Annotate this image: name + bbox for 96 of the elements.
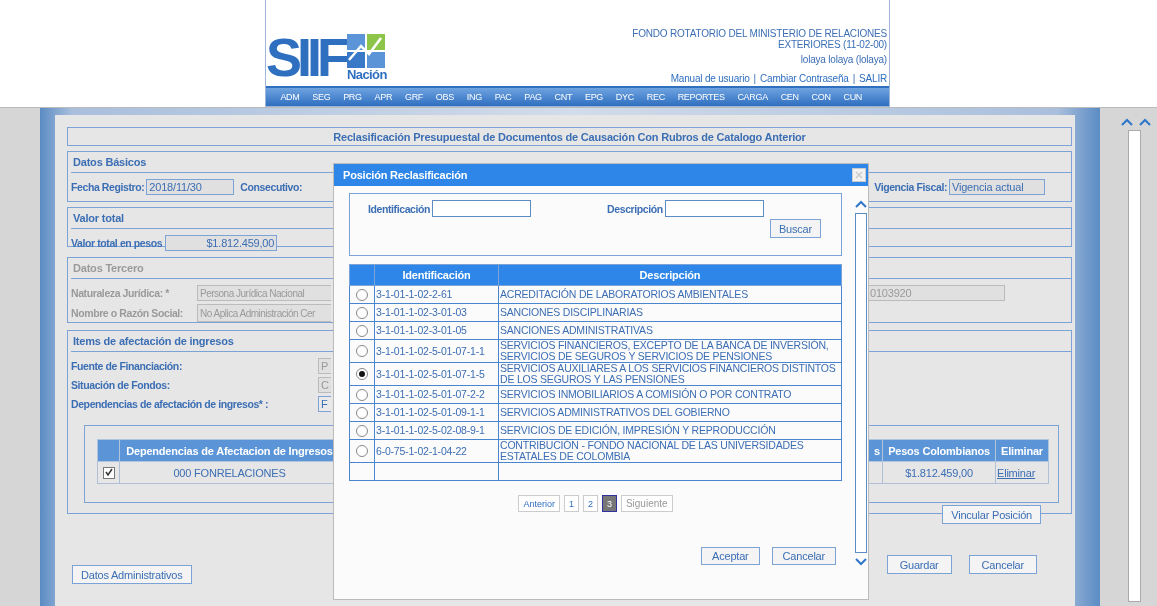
field-label: Naturaleza Jurídica: * [71,287,170,299]
column-header: Pesos Colombianos [882,439,996,462]
form-title: Reclasificación Presupuestal de Documentos de Causación Con Rubros de Catalogo Anterior [333,130,806,143]
admin-data-button[interactable]: Datos Administrativos [72,565,192,584]
table-cell: 3-1-01-1-02-2-61 [374,285,499,304]
page-button[interactable]: 2 [582,495,598,512]
chart-tiles-icon [347,34,385,68]
form-button[interactable]: Cancelar [968,555,1037,574]
radio-button[interactable] [356,368,368,381]
column-header: Descripción [498,264,842,286]
scrollbar-track[interactable] [1128,130,1141,602]
menu-item[interactable]: REPORTES [671,92,731,102]
menu-item[interactable]: ING [460,92,489,102]
menu-item[interactable]: CARGA [731,92,775,102]
menu-item[interactable]: OBS [429,92,461,102]
pager-nav-button[interactable]: Anterior [518,495,560,512]
search-button[interactable]: Buscar [769,219,821,238]
column-header: Identificación [374,264,499,286]
scrollbar-track[interactable] [855,213,867,553]
field-label: Fecha Registro: [71,181,145,193]
menu-item[interactable]: APR [368,92,399,102]
entity-name: EXTERIORES (11-02-00) [778,39,887,50]
dialog-button[interactable]: Aceptar [701,547,760,565]
menu-item[interactable]: CON [805,92,838,102]
header-link[interactable]: Manual de usuario [670,73,750,84]
field-label: Consecutivo: [240,181,303,193]
table-cell: 3-1-01-1-02-5-01-07-1-5 [374,362,499,386]
table-cell: $1.812.459,00 [882,461,996,484]
link-separator: | [852,73,856,84]
header-link[interactable]: SALIR [859,73,887,84]
menu-item[interactable]: CNT [548,92,579,102]
page-button[interactable]: 1 [563,495,579,512]
menu-item[interactable]: CUN [837,92,869,102]
column-header: Eliminar [995,439,1049,462]
field-label: Vigencia Fiscal: [874,181,947,193]
fiscal-year-field[interactable]: Vigencia actual [949,179,1045,195]
table-cell: 3-1-01-1-02-5-02-08-9-1 [374,421,499,440]
table-cell: CONTRIBUCIÓN - FONDO NACIONAL DE LAS UNIVERSIDADES ESTATALES DE COLOMBIA [498,439,842,463]
menu-item[interactable]: SEG [305,92,337,102]
radio-button[interactable] [356,288,368,301]
radio-button[interactable] [356,306,368,319]
link-position-button[interactable]: Vincular Posición [942,505,1041,524]
menu-item[interactable]: PAC [488,92,518,102]
radio-button[interactable] [356,324,368,337]
scroll-down-icon[interactable] [855,558,867,566]
field-label: Fuente de Financiación: [71,359,183,372]
checkbox[interactable] [102,467,115,480]
id-input-field[interactable] [432,200,532,217]
menu-item[interactable]: EPG [578,92,610,102]
radio-button[interactable] [356,406,368,419]
logo-text: SIIF [266,32,345,82]
total-field[interactable]: $1.812.459,00 [165,235,278,251]
table-cell: SANCIONES DISCIPLINARIAS [498,303,842,322]
radio-button[interactable] [356,424,368,437]
select-field[interactable]: F [318,395,331,412]
menu-item[interactable]: GRF [398,92,430,102]
table-cell: SERVICIOS ADMINISTRATIVOS DEL GOBIERNO [498,403,842,422]
menu-item[interactable]: PRG [336,92,369,102]
table-cell: 6-0-75-1-02-1-04-22 [374,439,499,463]
table-cell: SERVICIOS AUXILIARES A LOS SERVICIOS FINANCIEROS DISTINTOS DE LOS SEGUROS Y LAS PENSIONES [498,362,842,386]
scroll-up-icon[interactable] [1139,118,1151,126]
dialog-button[interactable]: Cancelar [771,547,836,565]
menu-item[interactable]: PAG [517,92,549,102]
table-cell: SERVICIOS INMOBILIARIOS A COMISIÓN O POR CONTRATO [498,385,842,404]
date-field[interactable]: 2018/11/30 [146,179,235,195]
field-label: Dependencias de afectación de ingresos* : [71,397,270,410]
column-header: s [874,444,880,457]
page-button[interactable]: 3 [601,495,617,512]
table-cell: 3-1-01-1-02-5-01-09-1-1 [374,403,499,422]
logo-subtext: Nación [347,68,387,82]
description-input-field[interactable] [664,200,764,217]
scroll-up-icon[interactable] [855,200,867,208]
radio-button[interactable] [356,345,368,358]
scroll-up-icon[interactable] [1121,118,1133,126]
user-name: lolaya lolaya (lolaya) [800,54,887,65]
link-separator: | [753,73,756,84]
field-label: Situación de Fondos: [71,378,171,391]
menu-item[interactable]: DYC [609,92,641,102]
form-button[interactable]: Guardar [886,555,952,574]
menu-item[interactable]: ADM [274,92,306,102]
field-label: Valor total en pesos [71,237,163,249]
entity-name: FONDO ROTATORIO DEL MINISTERIO DE RELACIONES [632,28,887,39]
table-cell: 3-1-01-1-02-5-01-07-2-2 [374,385,499,404]
table-cell: 3-1-01-1-02-3-01-03 [374,303,499,322]
header-link[interactable]: Cambiar Contraseña [760,73,849,84]
table-cell: ACREDITACIÓN DE LABORATORIOS AMBIENTALES [498,285,842,304]
radio-button[interactable] [356,445,368,458]
table-cell: SANCIONES ADMINISTRATIVAS [498,321,842,340]
menu-item[interactable]: REC [640,92,672,102]
table-cell: SERVICIOS DE EDICIÓN, IMPRESIÓN Y REPRODUCCIÓN [498,421,842,440]
menu-item[interactable]: CEN [774,92,806,102]
table-cell: SERVICIOS FINANCIEROS, EXCEPTO DE LA BANCA DE INVERSIÓN, SERVICIOS DE SEGUROS Y SERVICIOS DE PENSIONES [498,339,842,363]
table-cell: 3-1-01-1-02-3-01-05 [374,321,499,340]
radio-button[interactable] [356,388,368,401]
field-label: Nombre o Razón Social: [71,307,184,319]
table-cell: 3-1-01-1-02-5-01-07-1-1 [374,339,499,363]
